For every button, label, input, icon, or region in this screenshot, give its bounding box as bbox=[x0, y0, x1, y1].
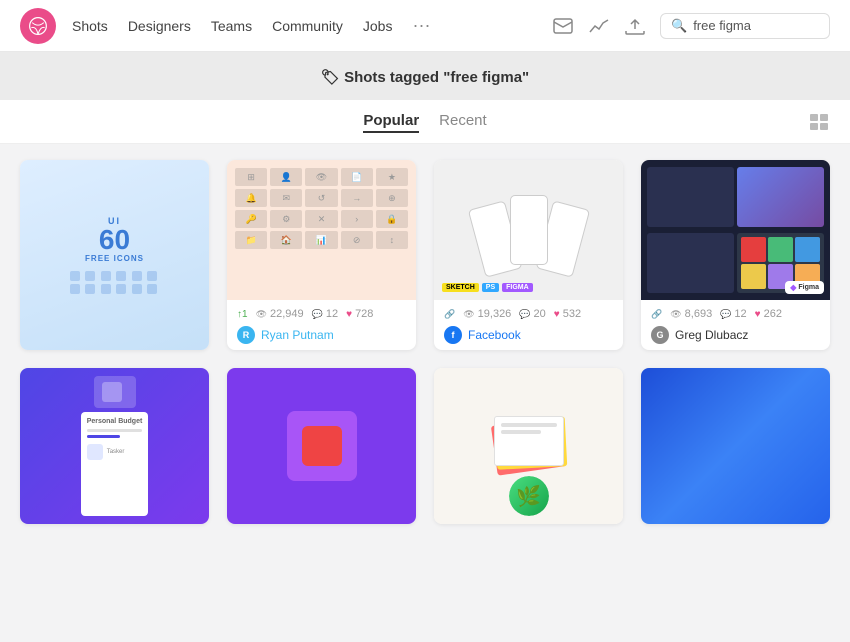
comments-icon-3 bbox=[519, 308, 530, 320]
dribbble-logo[interactable] bbox=[20, 8, 56, 44]
search-icon: 🔍 bbox=[671, 18, 687, 34]
search-input[interactable] bbox=[693, 18, 833, 33]
grid-toggle[interactable] bbox=[810, 114, 830, 130]
author-avatar-4: G bbox=[651, 326, 669, 344]
shot-thumbnail-1: UI 60 FREE ICONS bbox=[20, 160, 209, 350]
purple-inner-6 bbox=[302, 426, 342, 466]
comments-icon-2 bbox=[312, 308, 323, 320]
nav-teams[interactable]: Teams bbox=[211, 18, 252, 34]
likes-stat-3: 532 bbox=[554, 308, 581, 320]
shot-card-8[interactable]: 1,261 0 82 C Craftwork 🌿 UI for Creators bbox=[641, 368, 830, 524]
shot-card-4[interactable]: ◆ Figma 8,693 12 262 bbox=[641, 160, 830, 350]
views-stat-2: 22,949 bbox=[256, 308, 304, 320]
author-name-2: Ryan Putnam bbox=[261, 328, 334, 342]
navbar: Shots Designers Teams Community Jobs ···… bbox=[0, 0, 850, 52]
author-name-4: Greg Dlubacz bbox=[675, 328, 748, 342]
comments-stat-2: 12 bbox=[312, 308, 338, 320]
shot-thumbnail-3: SKETCH PS FIGMA bbox=[434, 160, 623, 300]
nav-actions: 🔍 bbox=[552, 13, 830, 39]
phone-mockup-center bbox=[510, 195, 548, 265]
shot-thumbnail-2: ⊞ 👤 👁 📄 ★ 🔔 ✉ ↺ → ⊕ 🔑 ⚙ ✕ › 🔒 📁 🏠 📊 ⊘ ↕ bbox=[227, 160, 416, 300]
main-content: UI 60 FREE ICONS bbox=[0, 144, 850, 642]
nav-more[interactable]: ··· bbox=[412, 15, 430, 36]
figma-overlay: ◆ Figma bbox=[785, 281, 824, 294]
shot-author-2[interactable]: R Ryan Putnam bbox=[237, 326, 406, 344]
shot-meta-3: 19,326 20 532 f Facebook bbox=[434, 300, 623, 350]
colored-block-1 bbox=[737, 167, 824, 227]
shot-thumbnail-8 bbox=[641, 368, 830, 524]
shot-card-6[interactable]: 1,316 0 94 C Craftwork 🌿 UI for Creators bbox=[227, 368, 416, 524]
analytics-icon[interactable] bbox=[588, 15, 610, 37]
shot-thumbnail-4: ◆ Figma bbox=[641, 160, 830, 300]
shot-stats-3: 19,326 20 532 bbox=[444, 308, 613, 320]
nav-jobs[interactable]: Jobs bbox=[363, 18, 393, 34]
dark-block-2 bbox=[647, 233, 734, 293]
comments-icon-4 bbox=[720, 308, 731, 320]
mail-icon[interactable] bbox=[552, 15, 574, 37]
likes-stat-4: 262 bbox=[755, 308, 782, 320]
tag-value: "free figma" bbox=[443, 69, 529, 86]
shot-author-3[interactable]: f Facebook bbox=[444, 326, 613, 344]
shot-stats-2: ↑1 22,949 12 728 bbox=[237, 308, 406, 320]
tag-prefix: Shots tagged bbox=[344, 69, 443, 86]
shot-card-1[interactable]: UI 60 FREE ICONS bbox=[20, 160, 209, 350]
filter-tabs: Popular Recent bbox=[363, 110, 486, 133]
filter-bar: Popular Recent bbox=[0, 100, 850, 144]
tag-header: 🏷 Shots tagged "free figma" bbox=[0, 52, 850, 100]
shot-meta-4: 8,693 12 262 G Greg Dlubacz bbox=[641, 300, 830, 350]
shot-card-3[interactable]: SKETCH PS FIGMA 19,326 20 bbox=[434, 160, 623, 350]
tab-recent[interactable]: Recent bbox=[439, 110, 487, 133]
shot-card-7[interactable]: 🌿 ↑1 1,634 3 133 bbox=[434, 368, 623, 524]
ps-badge: PS bbox=[482, 283, 499, 292]
author-avatar-3: f bbox=[444, 326, 462, 344]
link-icon-3 bbox=[444, 308, 455, 320]
trending-icon-2: ↑1 bbox=[237, 309, 248, 320]
sketch-badge: SKETCH bbox=[442, 283, 479, 292]
comments-stat-4: 12 bbox=[720, 308, 746, 320]
shot-meta-2: ↑1 22,949 12 728 R Ry bbox=[227, 300, 416, 350]
paper-stack-7 bbox=[489, 416, 569, 476]
views-icon-3 bbox=[463, 308, 474, 320]
likes-stat-2: 728 bbox=[346, 308, 373, 320]
nav-links: Shots Designers Teams Community Jobs ··· bbox=[72, 15, 552, 36]
dark-block-1 bbox=[647, 167, 734, 227]
likes-icon-3 bbox=[554, 308, 560, 320]
andrew-top-card bbox=[94, 376, 136, 408]
views-stat-4: 8,693 bbox=[670, 308, 712, 320]
views-stat-3: 19,326 bbox=[463, 308, 511, 320]
nav-designers[interactable]: Designers bbox=[128, 18, 191, 34]
shot-thumbnail-6 bbox=[227, 368, 416, 524]
tab-popular[interactable]: Popular bbox=[363, 110, 419, 133]
tag-icon: 🏷 bbox=[321, 69, 340, 86]
nav-community[interactable]: Community bbox=[272, 18, 343, 34]
figma-badge: FIGMA bbox=[502, 283, 533, 292]
purple-box-6 bbox=[287, 411, 357, 481]
likes-icon-4 bbox=[755, 308, 761, 320]
upload-icon[interactable] bbox=[624, 15, 646, 37]
nav-shots[interactable]: Shots bbox=[72, 18, 108, 34]
link-icon-4 bbox=[651, 308, 662, 320]
views-icon-2 bbox=[256, 308, 267, 320]
author-avatar-2: R bbox=[237, 326, 255, 344]
shot-author-4[interactable]: G Greg Dlubacz bbox=[651, 326, 820, 344]
shot-thumbnail-7: 🌿 bbox=[434, 368, 623, 524]
likes-icon-2 bbox=[346, 308, 352, 320]
shot-card-2[interactable]: ⊞ 👤 👁 📄 ★ 🔔 ✉ ↺ → ⊕ 🔑 ⚙ ✕ › 🔒 📁 🏠 📊 ⊘ ↕ bbox=[227, 160, 416, 350]
andrew-main-card: Personal Budget Tasker bbox=[81, 412, 149, 516]
search-box[interactable]: 🔍 bbox=[660, 13, 830, 39]
paper-white bbox=[494, 416, 564, 466]
shot-thumbnail-5: Personal Budget Tasker bbox=[20, 368, 209, 524]
dash-row-4 bbox=[740, 432, 743, 457]
shot-stats-4: 8,693 12 262 bbox=[651, 308, 820, 320]
author-name-3: Facebook bbox=[468, 328, 521, 342]
comments-stat-3: 20 bbox=[519, 308, 545, 320]
plant-photo: 🌿 bbox=[509, 476, 549, 516]
shots-grid: UI 60 FREE ICONS bbox=[0, 144, 850, 540]
views-icon-4 bbox=[670, 308, 681, 320]
shot-card-5[interactable]: Personal Budget Tasker ↑1 1,287 bbox=[20, 368, 209, 524]
